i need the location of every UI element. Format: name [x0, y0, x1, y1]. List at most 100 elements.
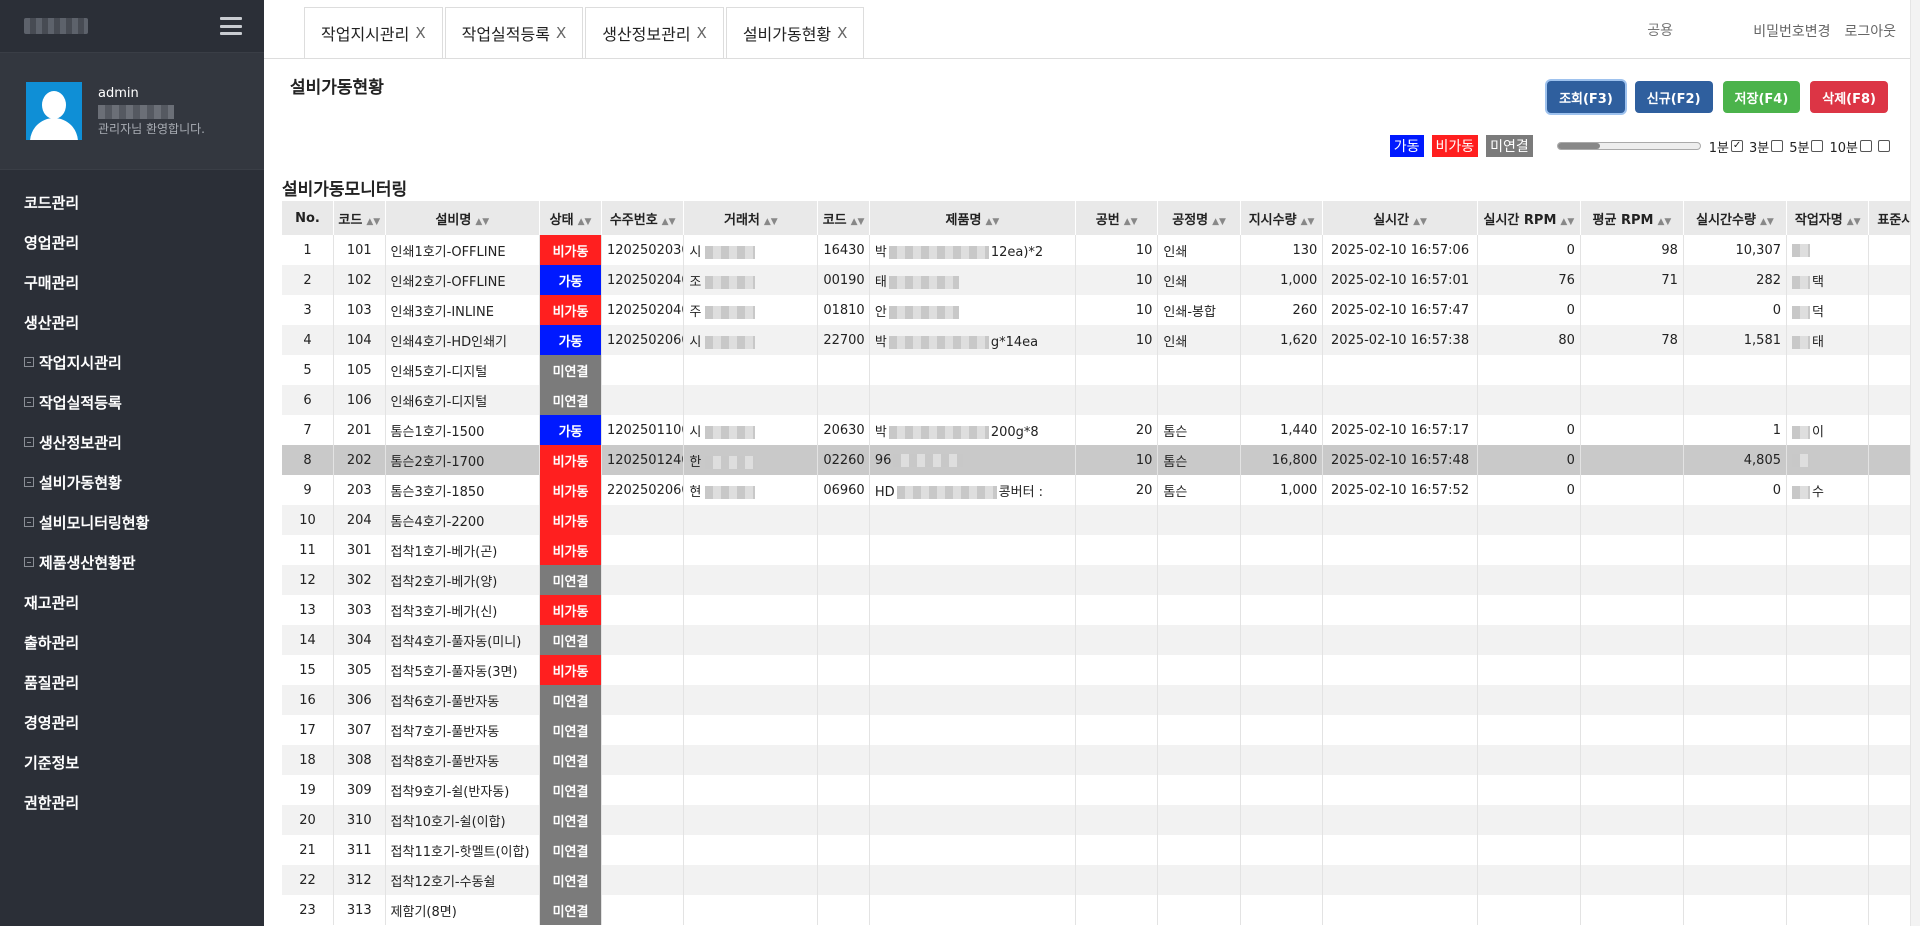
sidebar-item[interactable]: 작업실적등록: [0, 382, 264, 422]
refresh-option[interactable]: 3분: [1749, 137, 1784, 156]
column-header[interactable]: 실시간 ▲▼: [1322, 201, 1478, 235]
table-row[interactable]: 23 313 제함기(8면) 미연결: [282, 895, 1920, 925]
sidebar-item[interactable]: 경영관리: [0, 702, 264, 742]
sort-icon[interactable]: ▲▼: [985, 217, 999, 227]
column-header[interactable]: No.: [282, 201, 335, 235]
sidebar-item[interactable]: 권한관리: [0, 782, 264, 822]
logout-link[interactable]: 로그아웃: [1844, 21, 1896, 41]
table-row[interactable]: 11 301 접착1호기-베가(곤) 비가동: [282, 535, 1920, 565]
new-button[interactable]: 신규(F2): [1634, 81, 1713, 113]
refresh-option[interactable]: 1분: [1709, 137, 1744, 156]
sidebar-item[interactable]: 생산정보관리: [0, 422, 264, 462]
sidebar-item[interactable]: 출하관리: [0, 622, 264, 662]
sort-icon[interactable]: ▲▼: [1124, 217, 1138, 227]
table-row[interactable]: 6 106 인쇄6호기-디지털 미연결: [282, 385, 1920, 415]
sidebar-item[interactable]: 설비가동현황: [0, 462, 264, 502]
table-row[interactable]: 16 306 접착6호기-풀반자동 미연결: [282, 685, 1920, 715]
delete-button[interactable]: 삭제(F8): [1810, 81, 1888, 113]
table-row[interactable]: 20 310 접착10호기-쉴(이합) 미연결: [282, 805, 1920, 835]
column-header[interactable]: 설비명 ▲▼: [385, 201, 541, 235]
search-button[interactable]: 조회(F3): [1547, 81, 1625, 113]
table-row[interactable]: 10 204 톰슨4호기-2200 비가동: [282, 505, 1920, 535]
table-row[interactable]: 13 303 접착3호기-베가(신) 비가동: [282, 595, 1920, 625]
table-row[interactable]: 7201톰슨1호기-1500가동12025011004시20630박200g*8…: [282, 415, 1920, 445]
table-row[interactable]: 5 105 인쇄5호기-디지털 미연결: [282, 355, 1920, 385]
table-row[interactable]: 3103인쇄3호기-INLINE비가동12025020406주 01810안 10인…: [282, 295, 1920, 325]
refresh-checkbox[interactable]: [1860, 140, 1872, 152]
table-row[interactable]: 1101인쇄1호기-OFFLINE비가동12025020303시 16430박 12…: [282, 235, 1920, 265]
sidebar-item[interactable]: 작업지시관리: [0, 342, 264, 382]
table-row[interactable]: 17 307 접착7호기-풀반자동 미연결: [282, 715, 1920, 745]
extra-checkbox[interactable]: [1878, 140, 1890, 152]
column-header[interactable]: 코드 ▲▼: [817, 201, 870, 235]
refresh-checkbox[interactable]: [1811, 140, 1824, 152]
sidebar-item[interactable]: 기준정보: [0, 742, 264, 782]
tab[interactable]: 설비가동현황 X: [725, 7, 865, 58]
table-row[interactable]: 2102인쇄2호기-OFFLINE가동12025020406조 00190태 10인…: [282, 265, 1920, 295]
sort-icon[interactable]: ▲▼: [662, 217, 676, 227]
refresh-checkbox[interactable]: [1771, 140, 1784, 152]
column-header[interactable]: 공정명 ▲▼: [1157, 201, 1241, 235]
sort-icon[interactable]: ▲▼: [1301, 217, 1315, 227]
save-button[interactable]: 저장(F4): [1722, 81, 1801, 113]
column-header[interactable]: 평균 RPM ▲▼: [1580, 201, 1684, 235]
column-header[interactable]: 수주번호 ▲▼: [601, 201, 685, 235]
change-password-link[interactable]: 비밀번호변경: [1753, 21, 1830, 41]
sort-icon[interactable]: ▲▼: [1413, 217, 1427, 227]
sort-icon[interactable]: ▲▼: [475, 217, 489, 227]
table-row[interactable]: 18 308 접착8호기-풀반자동 미연결: [282, 745, 1920, 775]
sort-icon[interactable]: ▲▼: [1760, 217, 1774, 227]
table-row[interactable]: 8202톰슨2호기-1700비가동12025012406한 0226096 10톰슨…: [282, 445, 1920, 475]
hamburger-menu-icon[interactable]: [220, 17, 242, 35]
tab[interactable]: 생산정보관리 X: [585, 7, 724, 58]
refresh-option[interactable]: 10분: [1829, 137, 1872, 156]
sidebar-item[interactable]: 재고관리: [0, 582, 264, 622]
column-header[interactable]: 지시수량 ▲▼: [1240, 201, 1324, 235]
sidebar-item[interactable]: 품질관리: [0, 662, 264, 702]
table-row[interactable]: 15 305 접착5호기-풀자동(3면) 비가동: [282, 655, 1920, 685]
company-input[interactable]: [1639, 13, 1740, 48]
sidebar-item[interactable]: 코드관리: [0, 182, 264, 222]
sort-icon[interactable]: ▲▼: [366, 217, 380, 227]
tab-close-icon[interactable]: X: [697, 24, 707, 42]
refresh-checkbox[interactable]: [1731, 140, 1744, 152]
sidebar-item[interactable]: 생산관리: [0, 302, 264, 342]
vertical-scrollbar[interactable]: [1910, 0, 1920, 926]
sort-icon[interactable]: ▲▼: [851, 217, 865, 227]
column-header[interactable]: 상태 ▲▼: [539, 201, 602, 235]
sidebar-item[interactable]: 구매관리: [0, 262, 264, 302]
sort-icon[interactable]: ▲▼: [764, 217, 778, 227]
sort-icon[interactable]: ▲▼: [1657, 217, 1671, 227]
column-header[interactable]: 거래처 ▲▼: [683, 201, 819, 235]
table-row[interactable]: 14 304 접착4호기-풀자동(미니) 미연결: [282, 625, 1920, 655]
sidebar-item[interactable]: 영업관리: [0, 222, 264, 262]
cell-status: 미연결: [539, 355, 602, 385]
sort-icon[interactable]: ▲▼: [1847, 217, 1861, 227]
tab[interactable]: 작업지시관리 X: [304, 7, 443, 58]
tab-close-icon[interactable]: X: [837, 24, 847, 42]
tab-close-icon[interactable]: X: [415, 24, 425, 42]
sidebar-item[interactable]: 설비모니터링현황: [0, 502, 264, 542]
column-header[interactable]: 공번 ▲▼: [1075, 201, 1159, 235]
sort-icon[interactable]: ▲▼: [1212, 217, 1226, 227]
table-row[interactable]: 9203톰슨3호기-1850비가동22025020606현 06960HD 콩버터 …: [282, 475, 1920, 505]
cell-product-name: [869, 685, 1076, 715]
column-header[interactable]: 실시간수량 ▲▼: [1683, 201, 1788, 235]
sort-icon[interactable]: ▲▼: [578, 217, 592, 227]
table-row[interactable]: 21 311 접착11호기-핫멜트(이합) 미연결: [282, 835, 1920, 865]
refresh-slider[interactable]: [1556, 142, 1701, 150]
column-header[interactable]: 실시간 RPM ▲▼: [1477, 201, 1581, 235]
sort-icon[interactable]: ▲▼: [1560, 217, 1574, 227]
refresh-option[interactable]: 5분: [1789, 137, 1824, 156]
table-row[interactable]: 19 309 접착9호기-쉴(반자동) 미연결: [282, 775, 1920, 805]
tab[interactable]: 작업실적등록 X: [444, 7, 584, 58]
column-header[interactable]: 작업자명 ▲▼: [1786, 201, 1870, 235]
table-row[interactable]: 4104인쇄4호기-HD인쇄기가동12025020609시 22700박 g*14e…: [282, 325, 1920, 355]
column-header[interactable]: 제품명 ▲▼: [869, 201, 1076, 235]
tab-close-icon[interactable]: X: [556, 24, 566, 42]
sidebar-item[interactable]: 제품생산현황판: [0, 542, 264, 582]
column-header[interactable]: 코드 ▲▼: [333, 201, 386, 235]
table-row[interactable]: 22 312 접착12호기-수동쉴 미연결: [282, 865, 1920, 895]
cell-product-name: [869, 625, 1076, 655]
table-row[interactable]: 12 302 접착2호기-베가(양) 미연결: [282, 565, 1920, 595]
